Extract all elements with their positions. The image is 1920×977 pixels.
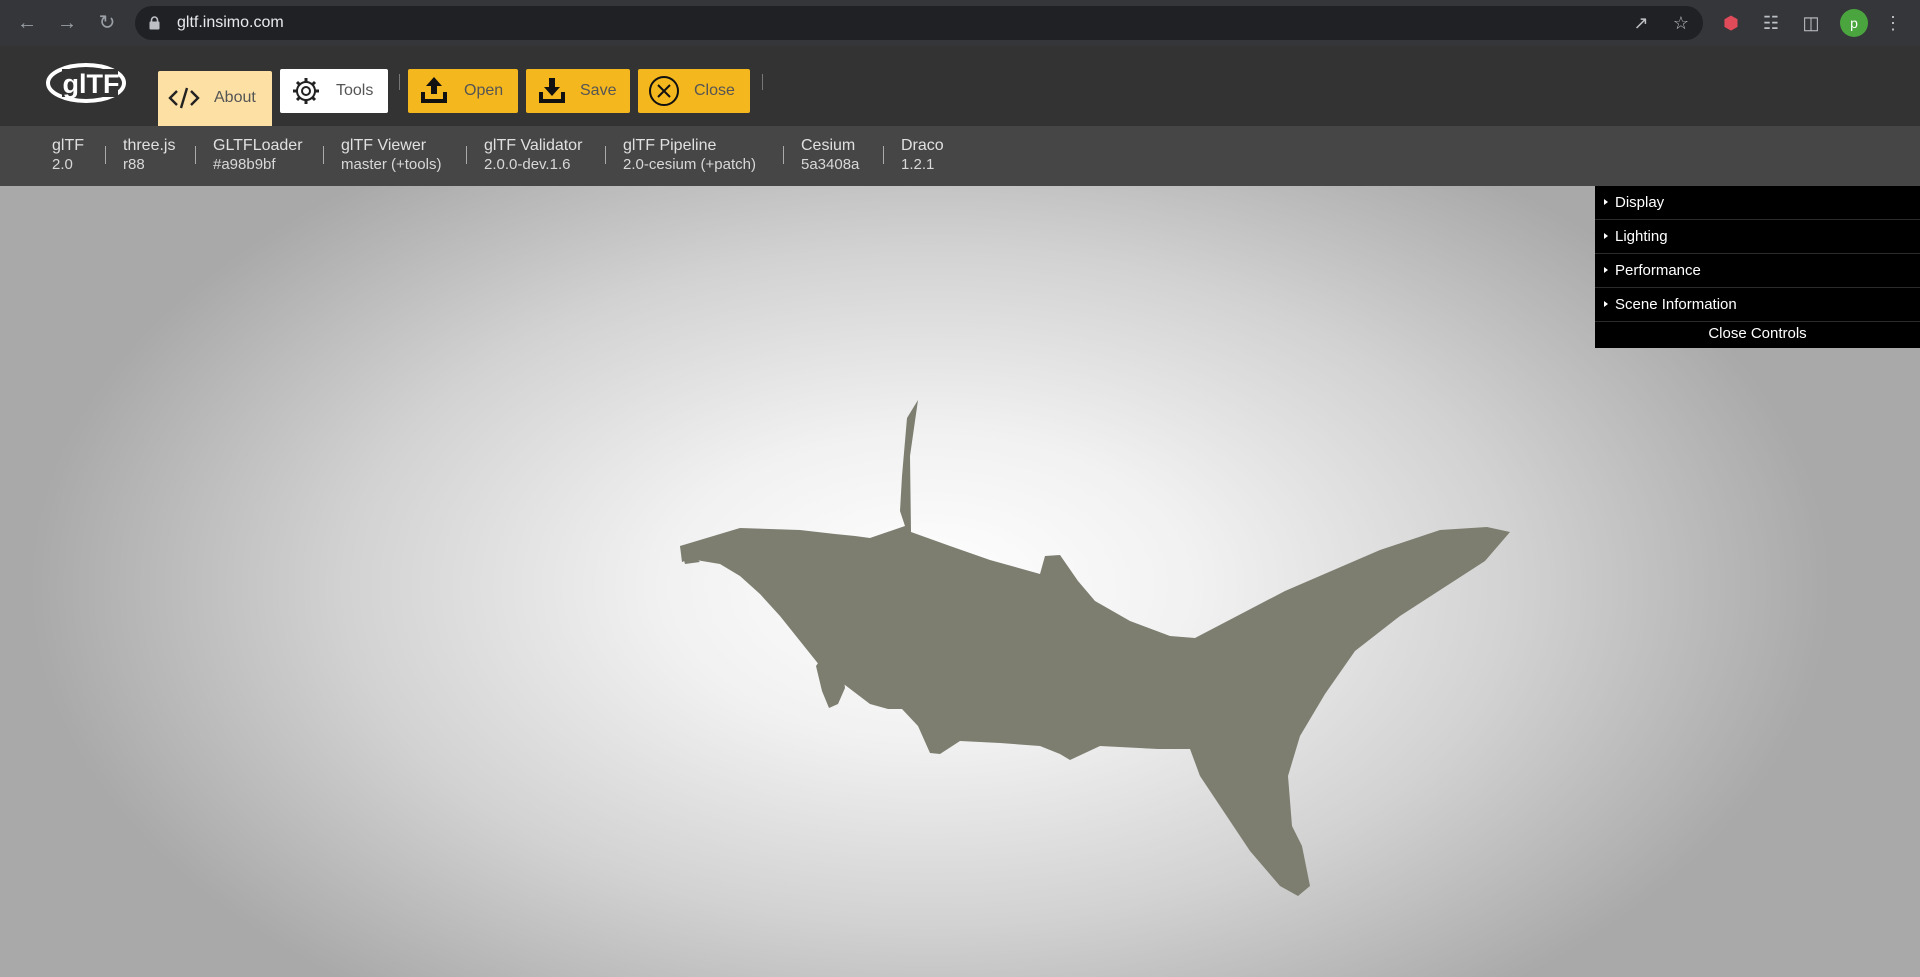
caret-right-icon [1604, 233, 1608, 239]
version-item: glTF Viewer master (+tools) [341, 137, 442, 173]
version-bar: glTF 2.0 three.js r88 GLTFLoader #a98b9bf g… [0, 126, 1920, 186]
open-label: Open [464, 82, 504, 99]
folder-scene-information[interactable]: Scene Information [1595, 288, 1920, 322]
share-icon[interactable]: ↗ [1629, 11, 1653, 35]
address-bar[interactable]: gltf.insimo.com ↗ ☆ [135, 6, 1703, 40]
save-label: Save [580, 82, 617, 99]
version-item: three.js r88 [123, 137, 176, 173]
browser-toolbar: ← → ↻ gltf.insimo.com ↗ ☆ ⬢ ☷ ◫ p ⋮ [0, 0, 1920, 46]
close-circle-icon [649, 76, 679, 106]
reload-icon[interactable]: ↻ [92, 8, 122, 38]
close-button[interactable]: Close [638, 69, 750, 113]
back-arrow-icon[interactable]: ← [12, 8, 42, 38]
sidepanel-icon[interactable]: ◫ [1798, 10, 1824, 36]
version-item: glTF Pipeline 2.0-cesium (+patch) [623, 137, 756, 173]
caret-right-icon [1604, 199, 1608, 205]
close-label: Close [694, 82, 735, 99]
about-label: About [214, 89, 256, 106]
version-item: glTF 2.0 [52, 137, 84, 173]
caret-right-icon [1604, 301, 1608, 307]
gear-icon [293, 78, 319, 104]
toolbar-divider [399, 74, 400, 90]
url-text: gltf.insimo.com [177, 14, 284, 31]
tools-label: Tools [336, 82, 374, 99]
lock-icon [149, 16, 160, 30]
toolbar-divider [762, 74, 763, 90]
version-item: Cesium 5a3408a [801, 137, 860, 173]
code-icon [168, 87, 200, 109]
version-item: GLTFLoader #a98b9bf [213, 137, 303, 173]
gltf-logo: glTF [46, 63, 126, 103]
version-item: glTF Validator 2.0.0-dev.1.6 [484, 137, 583, 173]
folder-lighting[interactable]: Lighting [1595, 220, 1920, 254]
close-controls-button[interactable]: Close Controls [1595, 322, 1920, 348]
forward-arrow-icon[interactable]: → [52, 8, 82, 38]
folder-performance[interactable]: Performance [1595, 254, 1920, 288]
download-icon [539, 78, 565, 103]
puzzle-icon[interactable]: ☷ [1758, 10, 1784, 36]
save-button[interactable]: Save [526, 69, 630, 113]
tools-button[interactable]: Tools [280, 69, 388, 113]
logo-text: glTF [63, 69, 120, 99]
upload-icon [421, 77, 447, 103]
extension-icon[interactable]: ⬢ [1718, 10, 1744, 36]
kebab-menu-icon[interactable]: ⋮ [1880, 10, 1906, 36]
controls-panel: Display Lighting Performance Scene Infor… [1595, 186, 1920, 348]
caret-right-icon [1604, 267, 1608, 273]
open-button[interactable]: Open [408, 69, 518, 113]
app-toolbar: glTF About Tools Open Save Close [0, 46, 1920, 126]
about-button[interactable]: About [158, 71, 272, 126]
avatar[interactable]: p [1840, 9, 1868, 37]
star-icon[interactable]: ☆ [1669, 11, 1693, 35]
folder-display[interactable]: Display [1595, 186, 1920, 220]
version-item: Draco 1.2.1 [901, 137, 944, 173]
